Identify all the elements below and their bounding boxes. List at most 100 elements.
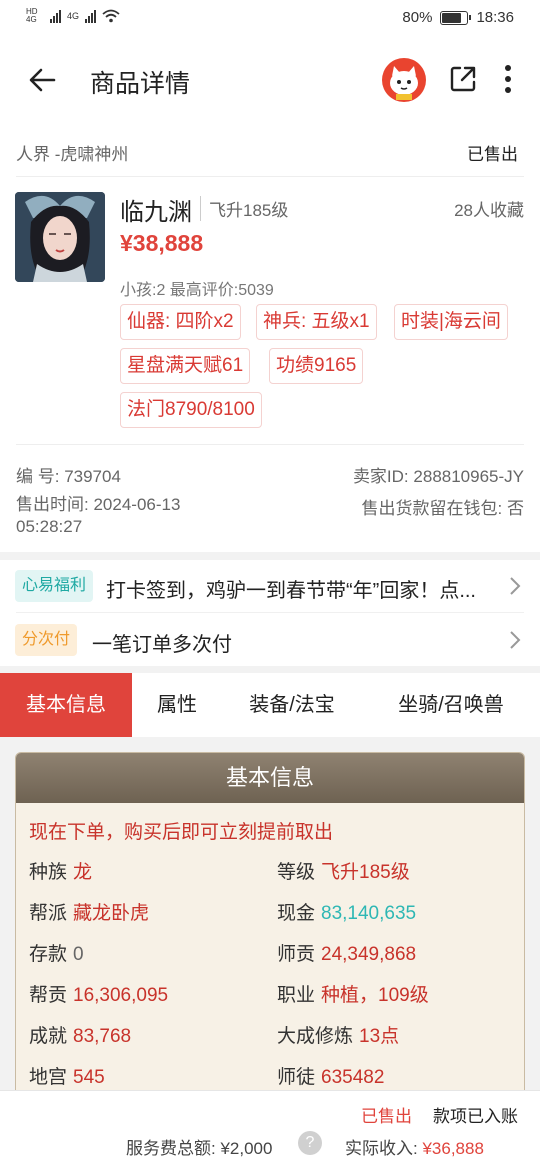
basic-info-title: 基本信息 bbox=[16, 753, 524, 803]
character-level: 飞升185级 bbox=[200, 196, 288, 221]
network-type-1: HD 4G bbox=[26, 7, 38, 24]
mascot-avatar[interactable] bbox=[382, 58, 426, 102]
income-value: ¥36,888 bbox=[422, 1139, 484, 1158]
footer-bar: 已售出 款项已入账 服务费总额: ¥2,000 ? 实际收入: ¥36,888 bbox=[0, 1090, 540, 1170]
seller-label: 卖家ID: bbox=[352, 467, 409, 486]
info-value: 24,349,868 bbox=[321, 944, 417, 965]
price: ¥38,888 bbox=[120, 230, 204, 256]
service-fee: 服务费总额: ¥2,000 bbox=[126, 1134, 272, 1159]
battery-fill bbox=[442, 12, 461, 23]
sale-status: 已售出 bbox=[467, 145, 518, 164]
info-value: 13点 bbox=[359, 1026, 400, 1047]
fee-label: 服务费总额: bbox=[126, 1139, 216, 1158]
info-value: 545 bbox=[73, 1067, 105, 1088]
info-label: 师贡 bbox=[277, 944, 316, 965]
info-value: 藏龙卧虎 bbox=[73, 903, 150, 924]
info-value: 83,140,635 bbox=[321, 903, 417, 924]
info-value: 飞升185级 bbox=[321, 862, 410, 883]
info-row: 地宫 545 bbox=[29, 1062, 105, 1089]
welfare-badge: 心易福利 bbox=[15, 570, 94, 602]
info-row: 成就 83,768 bbox=[29, 1021, 131, 1048]
feature-tag: 仙器: 四阶x2 bbox=[120, 304, 241, 340]
divider bbox=[16, 176, 524, 177]
detail-tabs: 基本信息 属性 装备/法宝 坐骑/召唤兽 bbox=[0, 673, 540, 737]
server-name: 人界 -虎啸神州 bbox=[16, 145, 129, 164]
info-label: 成就 bbox=[29, 1026, 68, 1047]
income-label: 实际收入: bbox=[345, 1139, 418, 1158]
info-row: 帮派 藏龙卧虎 bbox=[29, 898, 149, 925]
clock: 18:36 bbox=[476, 9, 514, 26]
page-title: 商品详情 bbox=[90, 70, 191, 98]
share-icon[interactable] bbox=[448, 64, 478, 94]
info-value: 83,768 bbox=[73, 1026, 132, 1047]
info-label: 地宫 bbox=[29, 1067, 68, 1088]
info-row: 现金 83,140,635 bbox=[277, 898, 416, 925]
character-name: 临九渊 bbox=[120, 199, 192, 226]
info-value: 龙 bbox=[73, 862, 93, 883]
serial-value: 739704 bbox=[64, 467, 121, 486]
wallet-label: 售出货款留在钱包: bbox=[361, 499, 503, 518]
sold-clock: 05:28:27 bbox=[16, 517, 83, 536]
chevron-right-icon bbox=[510, 631, 521, 649]
info-label: 现金 bbox=[277, 903, 316, 924]
notice-text: 现在下单，购买后即可立刻提前取出 bbox=[29, 822, 334, 843]
feature-tag: 法门8790/8100 bbox=[120, 392, 262, 428]
info-row: 存款 0 bbox=[29, 939, 84, 966]
product-card: 人界 -虎啸神州 已售出 临九渊 飞升185级 28人收藏 ¥38,888 小孩… bbox=[0, 122, 540, 552]
network-type-2: 4G bbox=[67, 11, 80, 21]
divider bbox=[16, 612, 524, 613]
battery-percent: 80% bbox=[402, 9, 433, 26]
sold-time-label: 售出时间: bbox=[16, 495, 89, 514]
tab-attributes[interactable]: 属性 bbox=[132, 673, 222, 737]
top-bar: 商品详情 bbox=[0, 38, 540, 122]
basic-info-panel: 基本信息 现在下单，购买后即可立刻提前取出 种族龙 帮派 藏龙卧虎 存款 0 帮贡 1… bbox=[15, 752, 525, 1132]
seller-id: 卖家ID: 288810965-JY bbox=[353, 462, 524, 487]
info-value: 635482 bbox=[321, 1067, 385, 1088]
promo-text: 打卡签到，鸡驴一到春节带“年”回家！点... bbox=[106, 580, 476, 602]
sold-time: 售出时间: 2024-06-13 05:28:27 bbox=[16, 494, 180, 538]
feature-tag: 功绩9165 bbox=[269, 348, 364, 384]
back-arrow-icon[interactable] bbox=[26, 64, 58, 96]
actual-income: 实际收入: ¥36,888 bbox=[345, 1134, 484, 1159]
serial-label: 编 号: bbox=[16, 467, 60, 486]
cat-mascot-icon bbox=[390, 66, 418, 100]
sub-info: 小孩:2 最高评价:5039 bbox=[120, 282, 274, 299]
info-label: 种族 bbox=[29, 862, 68, 883]
feature-tag: 星盘满天赋61 bbox=[120, 348, 251, 384]
fee-value: ¥2,000 bbox=[220, 1139, 273, 1158]
character-portrait-image bbox=[15, 192, 105, 282]
network-indicators: HD 4G 4G bbox=[26, 8, 120, 24]
info-row: 帮贡 16,306,095 bbox=[29, 980, 168, 1007]
tab-equipment[interactable]: 装备/法宝 bbox=[222, 673, 362, 737]
info-label: 帮派 bbox=[29, 903, 68, 924]
info-row: 种族龙 bbox=[29, 857, 92, 884]
favorites-count: 28人收藏 bbox=[454, 201, 524, 220]
wallet-retention: 售出货款留在钱包: 否 bbox=[362, 494, 524, 519]
help-icon[interactable]: ? bbox=[298, 1131, 322, 1155]
info-row: 等级 飞升185级 bbox=[277, 857, 410, 884]
info-label: 大成修炼 bbox=[277, 1026, 354, 1047]
info-row: 职业 种植，109级 bbox=[277, 980, 429, 1007]
info-row: 师徒 635482 bbox=[277, 1062, 384, 1089]
info-row: 大成修炼 13点 bbox=[277, 1021, 399, 1048]
feature-tag: 时装|海云间 bbox=[394, 304, 508, 340]
seller-value: 288810965-JY bbox=[413, 467, 524, 486]
info-value: 16,306,095 bbox=[73, 985, 169, 1006]
promo-text: 一笔订单多次付 bbox=[92, 634, 232, 656]
info-label: 等级 bbox=[277, 862, 316, 883]
payment-status: 款项已入账 bbox=[433, 1107, 518, 1126]
tab-basic-info[interactable]: 基本信息 bbox=[0, 673, 132, 737]
chevron-right-icon bbox=[510, 577, 521, 595]
divider bbox=[16, 444, 524, 445]
character-portrait[interactable] bbox=[15, 192, 105, 282]
info-label: 存款 bbox=[29, 944, 68, 965]
more-options-icon[interactable] bbox=[500, 64, 516, 94]
wifi-icon bbox=[102, 9, 120, 23]
tab-mounts[interactable]: 坐骑/召唤兽 bbox=[362, 673, 540, 737]
promo-row-installment[interactable]: 分次付 一笔订单多次付 bbox=[0, 614, 540, 666]
signal-icon-2 bbox=[85, 9, 97, 23]
info-label: 帮贡 bbox=[29, 985, 68, 1006]
info-value: 种植，109级 bbox=[321, 985, 429, 1006]
info-row: 师贡 24,349,868 bbox=[277, 939, 416, 966]
promo-row-welfare[interactable]: 心易福利 打卡签到，鸡驴一到春节带“年”回家！点... bbox=[0, 560, 540, 612]
